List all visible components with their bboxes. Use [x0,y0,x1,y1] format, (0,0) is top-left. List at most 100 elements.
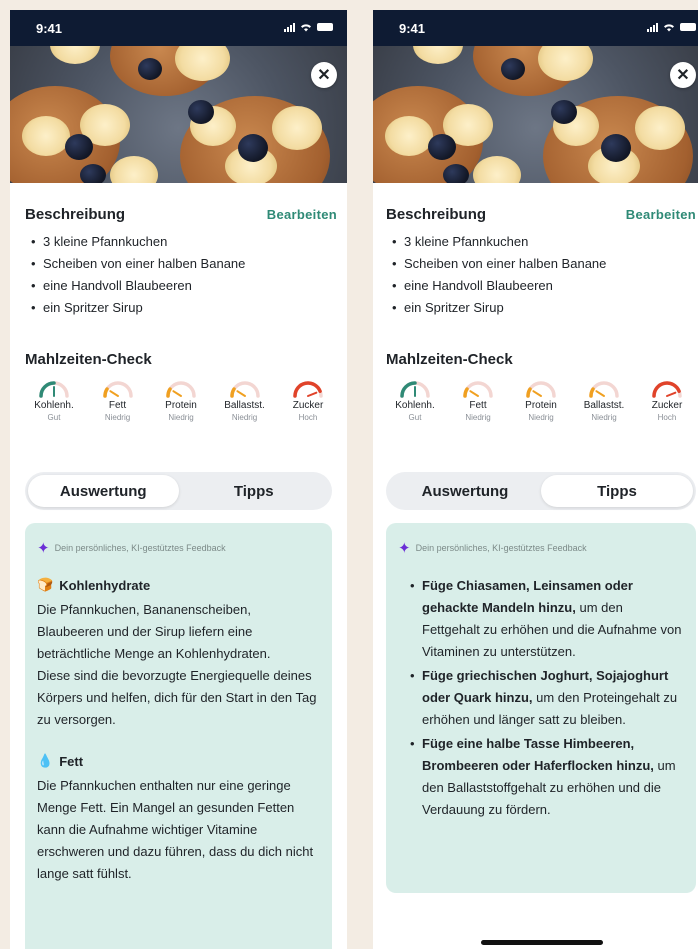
gauge-arc [166,387,172,398]
gauge-fat: Fett Niedrig [449,378,507,422]
sparkle-icon: ✦ [398,540,411,557]
gauge-arc [652,381,681,398]
gauge-needle [172,390,182,397]
gauge-sugar: Zucker Hoch [638,378,696,422]
section-text: Die Pfannkuchen, Bananenscheiben, Blaube… [37,602,271,661]
ingredient-list: • 3 kleine Pfannkuchen • Scheiben von eine… [25,231,337,319]
description-header: Beschreibung Bearbeiten [386,206,696,223]
meal-check-title: Mahlzeiten-Check [386,351,513,368]
ingredient-list: • 3 kleine Pfannkuchen • Scheiben von eine… [386,231,696,319]
gauge-icon [102,381,133,398]
gauge-track [463,381,493,398]
status-time: 9:41 [399,21,426,36]
list-item: • 3 kleine Pfannkuchen [392,234,529,249]
meal-photo: ✕ [373,46,698,183]
section-text: Die Pfannkuchen enthalten nur eine gerin… [37,778,314,881]
gauge-icon [229,381,260,398]
signal-icon [284,22,295,32]
feedback-header: ✦ Dein persönliches, KI-gestütztes Feedba… [398,540,587,557]
gauge-protein: Protein Niedrig [512,378,570,422]
wifi-icon [301,24,311,32]
tab-tips[interactable]: Tipps [541,475,693,507]
list-item: • eine Handvoll Blaubeeren [31,278,192,293]
gauge-track [102,381,133,398]
gauge-icon [526,381,556,398]
status-bar: 9:41 [10,10,347,46]
gauge-needle [666,391,677,397]
status-icons [284,22,333,32]
description-header: Beschreibung Bearbeiten [25,206,337,223]
edit-link[interactable]: Bearbeiten [626,207,696,222]
gauge-needle [469,390,479,397]
signal-icon [647,22,658,32]
battery-icon [680,23,696,31]
gauge-icon [400,381,430,398]
wifi-icon [664,24,674,32]
list-item: • ein Spritzer Sirup [31,300,143,315]
tips-list: Füge Chiasamen, Leinsamen oder gehackte … [398,575,684,821]
status-time: 9:41 [36,21,63,36]
meal-check-title: Mahlzeiten-Check [25,351,152,368]
gauge-needle [532,390,542,397]
gauge-needle [235,390,246,397]
status-bar: 9:41 [373,10,698,46]
tab-evaluation[interactable]: Auswertung [389,475,541,507]
gauge-fiber: Ballastst. Niedrig [575,378,633,422]
gauge-arc [400,381,417,398]
gauge-fiber: Ballastst. Niedrig [216,378,274,422]
gauge-needle [108,390,119,397]
status-icons [647,22,696,32]
gauge-fat: Fett Niedrig [89,378,147,422]
gauge-arc [589,387,595,398]
meal-check-gauges: Kohlenh. Gut Fett Niedrig Protein Niedrig B… [386,378,696,422]
description-title: Beschreibung [25,206,126,223]
close-button[interactable]: ✕ [670,62,696,88]
gauge-arc [463,387,469,398]
gauge-icon [293,381,323,398]
gauge-arc [229,387,236,398]
feedback-header: ✦ Dein persönliches, KI-gestütztes Feedba… [37,540,226,557]
tab-evaluation[interactable]: Auswertung [28,475,179,507]
section-title: 🍞 Kohlenhydrate [37,577,151,593]
tab-switcher: Auswertung Tipps [25,472,332,510]
gauge-track [166,381,196,398]
meal-check-gauges: Kohlenh. Gut Fett Niedrig Protein Niedrig B… [25,378,337,422]
gauge-carbs: Kohlenh. Gut [386,378,444,422]
section-title: 💧 Fett [37,753,84,769]
gauge-needle [595,390,605,397]
screen-evaluation: 9:41 ✕ Beschreibung Bearbeiten • 3 klein… [10,10,347,949]
gauge-sugar: Zucker Hoch [279,378,337,422]
close-button[interactable]: ✕ [311,62,337,88]
bread-icon: 🍞 [37,577,54,592]
home-indicator [481,940,603,945]
list-item: Füge eine halbe Tasse Himbeeren, Brombee… [410,733,684,821]
content: Beschreibung Bearbeiten • 3 kleine Pfannk… [386,206,696,422]
gauge-track [589,381,619,398]
gauge-arc [526,387,532,398]
list-item: • ein Spritzer Sirup [392,300,504,315]
list-item: • Scheiben von einer halben Banane [392,256,607,271]
sparkle-icon: ✦ [37,540,50,557]
gauge-icon [166,381,196,398]
tab-tips[interactable]: Tipps [179,475,330,507]
list-item: Füge griechischen Joghurt, Sojajoghurt o… [410,665,684,731]
gauge-icon [652,381,682,398]
gauge-needle [307,391,318,397]
gauge-protein: Protein Niedrig [152,378,210,422]
oil-drop-icon: 💧 [37,753,54,768]
feedback-card: ✦ Dein persönliches, KI-gestütztes Feedba… [25,523,332,949]
gauge-track [229,381,260,398]
feedback-card: ✦ Dein persönliches, KI-gestütztes Feedba… [386,523,696,893]
gauge-arc [102,387,109,398]
gauge-icon [589,381,619,398]
list-item: • 3 kleine Pfannkuchen [31,234,168,249]
meal-photo: ✕ [10,46,347,183]
gauge-carbs: Kohlenh. Gut [25,378,83,422]
gauge-arc [293,381,322,398]
list-item: Füge Chiasamen, Leinsamen oder gehackte … [410,575,684,663]
edit-link[interactable]: Bearbeiten [267,207,337,222]
screen-tips: 9:41 ✕ Beschreibung Bearbeiten • 3 klein… [373,10,698,949]
gauge-icon [463,381,493,398]
gauge-icon [39,381,69,398]
gauge-track [526,381,556,398]
